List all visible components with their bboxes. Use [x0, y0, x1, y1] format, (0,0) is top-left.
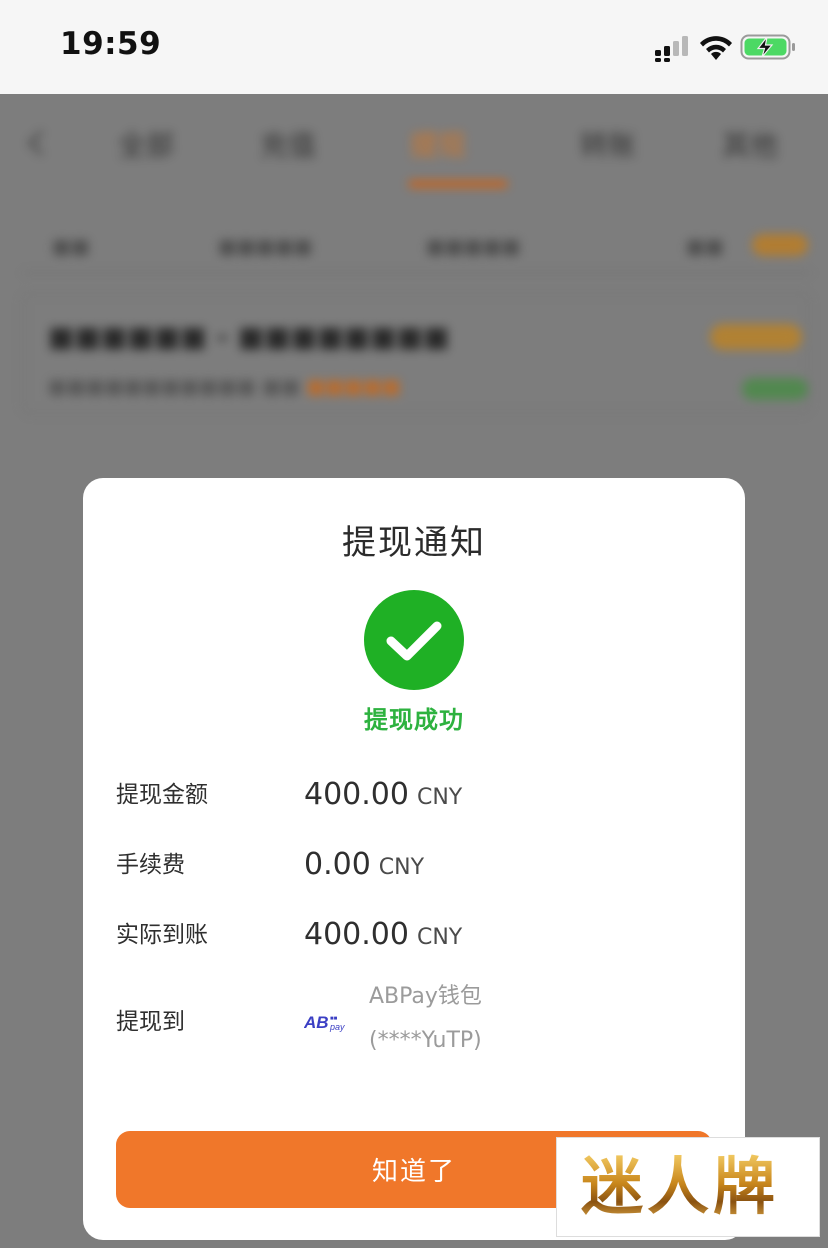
wifi-icon: [700, 36, 732, 60]
withdraw-destination-label: 提现到: [116, 1009, 185, 1035]
background-tab-indicator: [408, 180, 508, 188]
background-filter-bar: ■■ ■■■■■ ■■■■■ ■■: [22, 218, 812, 274]
currency-unit: CNY: [416, 925, 463, 950]
background-filter-item: ■■■■■: [426, 234, 521, 258]
background-tab: 充值: [260, 129, 317, 162]
background-tab-active: 提现: [410, 129, 467, 162]
abpay-logo: AB ■■ pay: [304, 1013, 345, 1032]
watermark: 迷人牌: [556, 1137, 820, 1237]
signal-icon: [655, 36, 688, 62]
background-filter-item: ■■■■■: [218, 234, 313, 258]
currency-unit: CNY: [378, 855, 425, 880]
background-tabs: 全部 充值 提现 转账 其他: [0, 124, 828, 184]
background-tab: 其他: [722, 129, 779, 162]
svg-text:AB: AB: [304, 1013, 329, 1032]
background-card-subtitle: ■■■■■■■■■■■ ■■ ■■■■■: [48, 374, 401, 398]
currency-unit: CNY: [416, 785, 463, 810]
watermark-text: 迷人牌: [581, 1150, 780, 1223]
withdraw-notice-dialog: 提现通知 提现成功 提现金额 400.00 CNY 手续费 0.00 CNY 实际到…: [83, 478, 745, 1240]
withdraw-amount-value: 400.00 CNY: [304, 780, 462, 810]
withdraw-amount: 400.00: [304, 777, 409, 812]
status-time: 19:59: [60, 26, 162, 62]
wallet-name: ABPay钱包: [369, 984, 482, 1009]
received-amount-label: 实际到账: [116, 922, 208, 948]
dialog-title: 提现通知: [342, 523, 486, 563]
background-filter-item: ■■: [52, 234, 90, 258]
status-bar: 19:59: [0, 0, 828, 94]
background-record-card: ■■■■■■ - ■■■■■■■■ ■■■■■■■■■■■ ■■ ■■■■■: [22, 292, 810, 414]
received-amount-value: 400.00 CNY: [304, 920, 462, 950]
check-circle-icon: [364, 590, 464, 690]
fee-value: 0.00 CNY: [304, 850, 424, 880]
fee-label: 手续费: [116, 852, 185, 878]
received-amount: 400.00: [304, 917, 409, 952]
svg-text:pay: pay: [329, 1022, 345, 1032]
background-tab: 全部: [118, 129, 175, 162]
wallet-account: (****YuTP): [369, 1028, 482, 1053]
fee-amount: 0.00: [304, 847, 371, 882]
withdraw-amount-label: 提现金额: [116, 782, 208, 808]
background-filter-item: ■■: [686, 234, 724, 258]
success-status-text: 提现成功: [364, 706, 464, 734]
battery-charging-icon: [740, 34, 795, 60]
background-card-amount: [710, 324, 802, 350]
background-card-status: [742, 378, 808, 400]
background-card-title: ■■■■■■ - ■■■■■■■■: [48, 320, 450, 353]
background-filter-badge: [752, 234, 808, 256]
background-tab: 转账: [580, 129, 637, 162]
